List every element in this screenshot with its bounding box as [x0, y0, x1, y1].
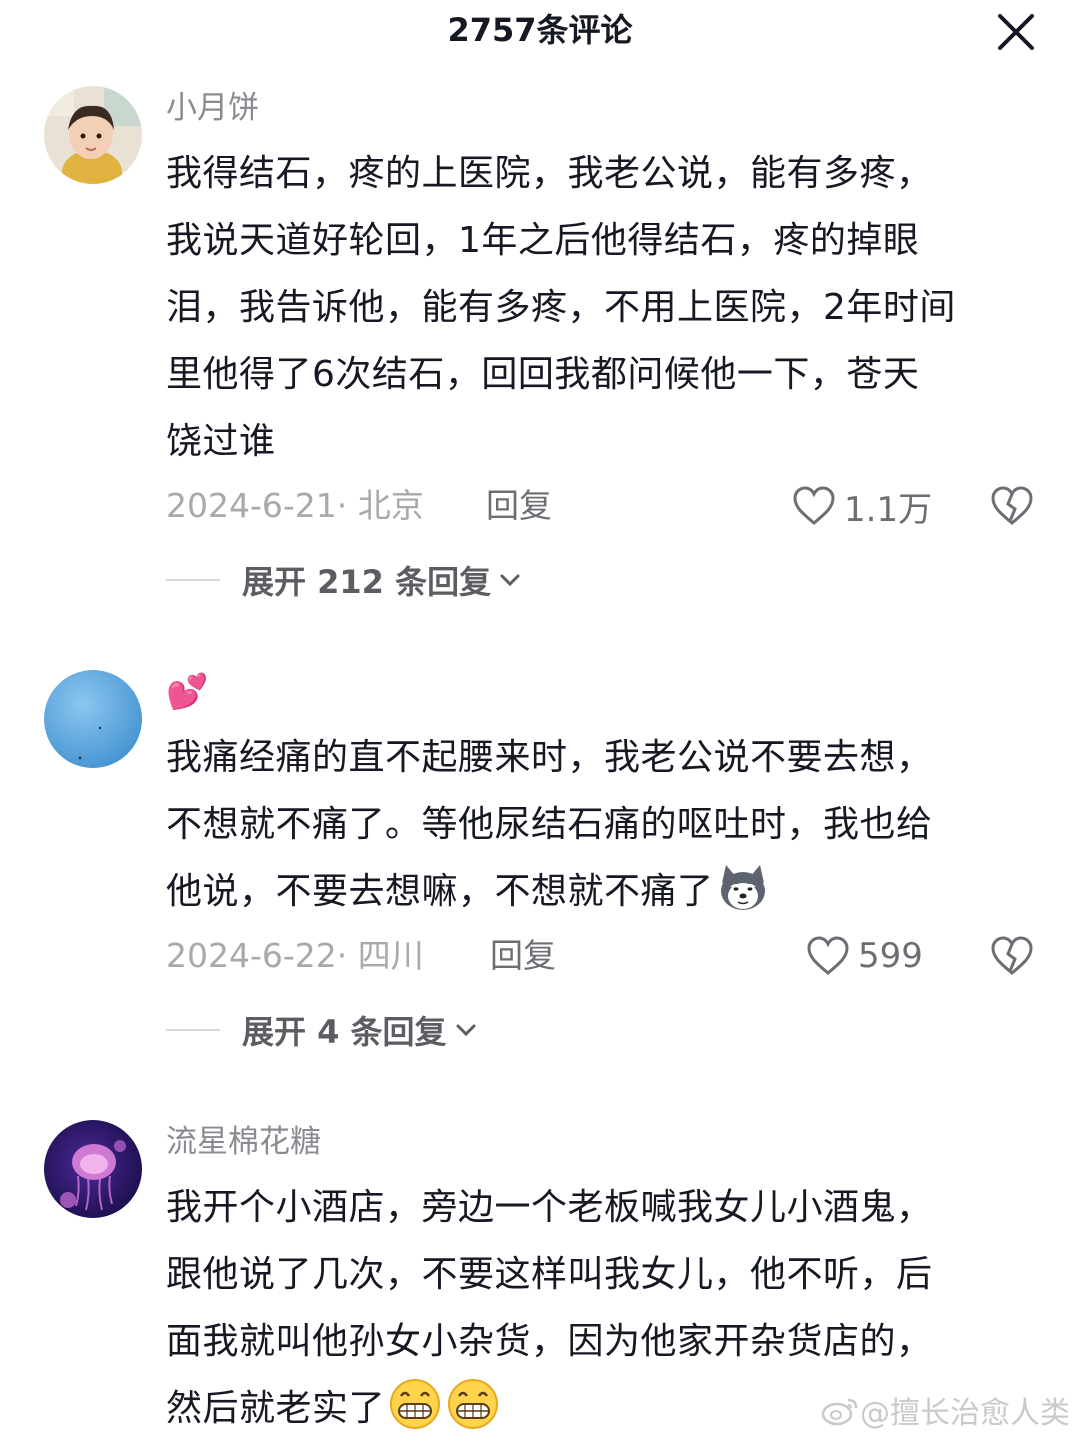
close-button[interactable]	[996, 12, 1036, 52]
chevron-down-icon	[500, 574, 520, 587]
comment-line: 饶过谁	[166, 421, 276, 462]
expand-replies-button[interactable]: 展开 212 条回复	[166, 558, 521, 602]
expand-replies-label: 展开 212 条回复	[242, 563, 492, 601]
comment-line: 我痛经痛的直不起腰来时，我老公说不要去想，	[166, 737, 933, 778]
comment-line-with-emoji: 他说，不要去想嘛，不想就不痛了	[166, 858, 1046, 925]
watermark-text: @擅长治愈人类	[860, 1396, 1070, 1431]
reply-button[interactable]: 回复	[486, 484, 552, 528]
comment-text: 我痛经痛的直不起腰来时，我老公说不要去想， 不想就不痛了。等他尿结石痛的呕吐时，…	[166, 724, 1046, 925]
expand-replies-button[interactable]: 展开 4 条回复	[166, 1008, 477, 1052]
grin-emoji	[390, 1379, 441, 1429]
comment-line: 里他得了6次结石，回回我都问候他一下，苍天	[166, 354, 920, 395]
broken-heart-icon	[991, 486, 1033, 525]
comment-line: 然后就老实了	[166, 1388, 386, 1429]
comment-count-title: 2757条评论	[447, 11, 633, 49]
comment-line: 面我就叫他孙女小杂货，因为他家开杂货店的，	[166, 1321, 933, 1362]
comment-line: 我说天道好轮回，1年之后他得结石，疼的掉眼	[166, 220, 920, 261]
like-count: 1.1万	[844, 489, 933, 530]
avatar[interactable]	[44, 670, 142, 768]
comment-line: 他说，不要去想嘛，不想就不痛了	[166, 871, 714, 912]
like-button[interactable]: 599	[806, 934, 923, 978]
husky-emoji	[720, 865, 765, 910]
watermark: @擅长治愈人类	[820, 1390, 1070, 1431]
username[interactable]: 小月饼	[166, 86, 259, 130]
comment-line: 我开个小酒店，旁边一个老板喊我女儿小酒鬼，	[166, 1187, 933, 1228]
heart-icon	[793, 486, 835, 525]
username[interactable]: 💕	[166, 670, 208, 714]
expand-replies-label: 展开 4 条回复	[242, 1013, 447, 1051]
dislike-button[interactable]	[990, 934, 1034, 978]
avatar[interactable]	[44, 86, 142, 184]
comment-line: 跟他说了几次，不要这样叫我女儿，他不听，后	[166, 1254, 933, 1295]
grin-emoji	[448, 1379, 499, 1429]
like-count: 599	[858, 936, 923, 976]
divider	[166, 579, 220, 581]
comment-line: 泪，我告诉他，能有多疼，不用上医院，2年时间	[166, 287, 956, 328]
chevron-down-icon	[456, 1024, 476, 1037]
comment-line: 我得结石，疼的上医院，我老公说，能有多疼，	[166, 153, 933, 194]
comment-date-location: 2024-6-22· 四川	[166, 936, 424, 975]
close-icon	[998, 14, 1034, 50]
comment-line: 不想就不痛了。等他尿结石痛的呕吐时，我也给	[166, 804, 933, 845]
dislike-button[interactable]	[990, 484, 1034, 528]
divider	[166, 1029, 220, 1031]
comment-text: 我得结石，疼的上医院，我老公说，能有多疼， 我说天道好轮回，1年之后他得结石，疼…	[166, 140, 1046, 475]
avatar[interactable]	[44, 1120, 142, 1218]
like-button[interactable]: 1.1万	[792, 484, 933, 530]
comments-header: 2757条评论	[0, 0, 1080, 62]
heart-icon	[807, 936, 849, 975]
reply-button[interactable]: 回复	[490, 934, 556, 978]
username[interactable]: 流星棉花糖	[166, 1120, 321, 1164]
comment-date-location: 2024-6-21· 北京	[166, 486, 424, 525]
broken-heart-icon	[991, 936, 1033, 975]
weibo-icon	[821, 1398, 858, 1426]
